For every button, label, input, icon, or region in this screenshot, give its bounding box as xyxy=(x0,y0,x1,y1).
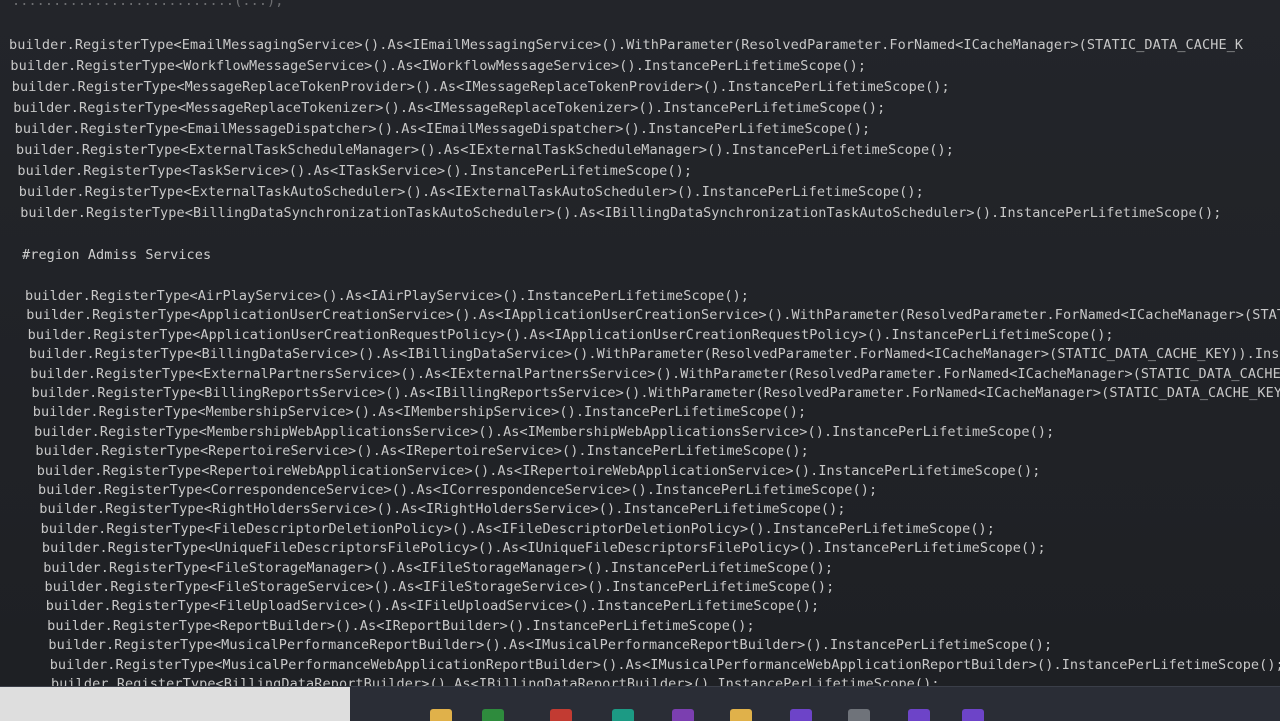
code-line: builder.RegisterType<ExternalPartnersSer… xyxy=(30,365,1280,383)
code-line: builder.RegisterType<ApplicationUserCrea… xyxy=(28,326,1114,344)
code-line-fragment: ...........................(...); xyxy=(12,0,284,10)
code-line: builder.RegisterType<RightHoldersService… xyxy=(39,500,845,518)
visual-studio-icon-3[interactable] xyxy=(962,709,984,721)
code-line: builder.RegisterType<FileStorageService>… xyxy=(45,578,835,596)
skype-icon[interactable] xyxy=(612,709,634,721)
code-line: builder.RegisterType<MembershipService>(… xyxy=(33,403,806,421)
folder-icon[interactable] xyxy=(430,709,452,721)
code-line: builder.RegisterType<RepertoireWebApplic… xyxy=(37,462,1041,480)
code-editor[interactable]: ...........................(...); builde… xyxy=(0,0,1280,686)
code-line: builder.RegisterType<MembershipWebApplic… xyxy=(34,423,1054,441)
code-line: builder.RegisterType<ExternalTaskSchedul… xyxy=(16,141,954,159)
region-directive: #region Admiss Services xyxy=(22,246,211,264)
code-line: builder.RegisterType<BillingDataSynchron… xyxy=(20,204,1221,222)
code-line: builder.RegisterType<EmailMessageDispatc… xyxy=(15,120,871,138)
notes-icon[interactable] xyxy=(730,709,752,721)
code-line: builder.RegisterType<FileDescriptorDelet… xyxy=(41,520,995,538)
taskbar xyxy=(0,686,1280,721)
code-line: builder.RegisterType<MessageReplaceToken… xyxy=(12,78,950,96)
code-line: builder.RegisterType<TaskService>().As<I… xyxy=(17,162,692,180)
code-line: builder.RegisterType<AirPlayService>().A… xyxy=(25,287,749,305)
code-line: builder.RegisterType<ExternalTaskAutoSch… xyxy=(19,183,924,201)
code-line: builder.RegisterType<ReportBuilder>().As… xyxy=(47,617,755,635)
chrome-icon[interactable] xyxy=(550,709,572,721)
visual-studio-icon[interactable] xyxy=(790,709,812,721)
file-icon[interactable] xyxy=(848,709,870,721)
code-line: builder.RegisterType<MusicalPerformanceW… xyxy=(50,656,1280,674)
code-line: builder.RegisterType<MusicalPerformanceR… xyxy=(48,636,1052,654)
code-line: builder.RegisterType<FileUploadService>(… xyxy=(46,597,819,615)
code-line: builder.RegisterType<BillingDataService>… xyxy=(29,345,1280,363)
taskbar-search-area[interactable] xyxy=(0,687,350,721)
code-line: builder.RegisterType<EmailMessagingServi… xyxy=(9,36,1243,54)
visual-studio-icon-2[interactable] xyxy=(908,709,930,721)
store-icon[interactable] xyxy=(482,709,504,721)
code-line: builder.RegisterType<FileStorageManager>… xyxy=(43,559,833,577)
code-line: builder.RegisterType<CorrespondenceServi… xyxy=(38,481,877,499)
code-line: builder.RegisterType<UniqueFileDescripto… xyxy=(42,539,1046,557)
code-line: builder.RegisterType<WorkflowMessageServ… xyxy=(10,57,866,75)
code-line: builder.RegisterType<ApplicationUserCrea… xyxy=(26,306,1280,324)
code-line: builder.RegisterType<MessageReplaceToken… xyxy=(13,99,885,117)
code-line: builder.RegisterType<BillingReportsServi… xyxy=(32,384,1280,402)
code-line: builder.RegisterType<RepertoireService>(… xyxy=(35,442,808,460)
app-icon[interactable] xyxy=(672,709,694,721)
code-line: builder.RegisterType<BillingDataReportBu… xyxy=(51,675,940,686)
